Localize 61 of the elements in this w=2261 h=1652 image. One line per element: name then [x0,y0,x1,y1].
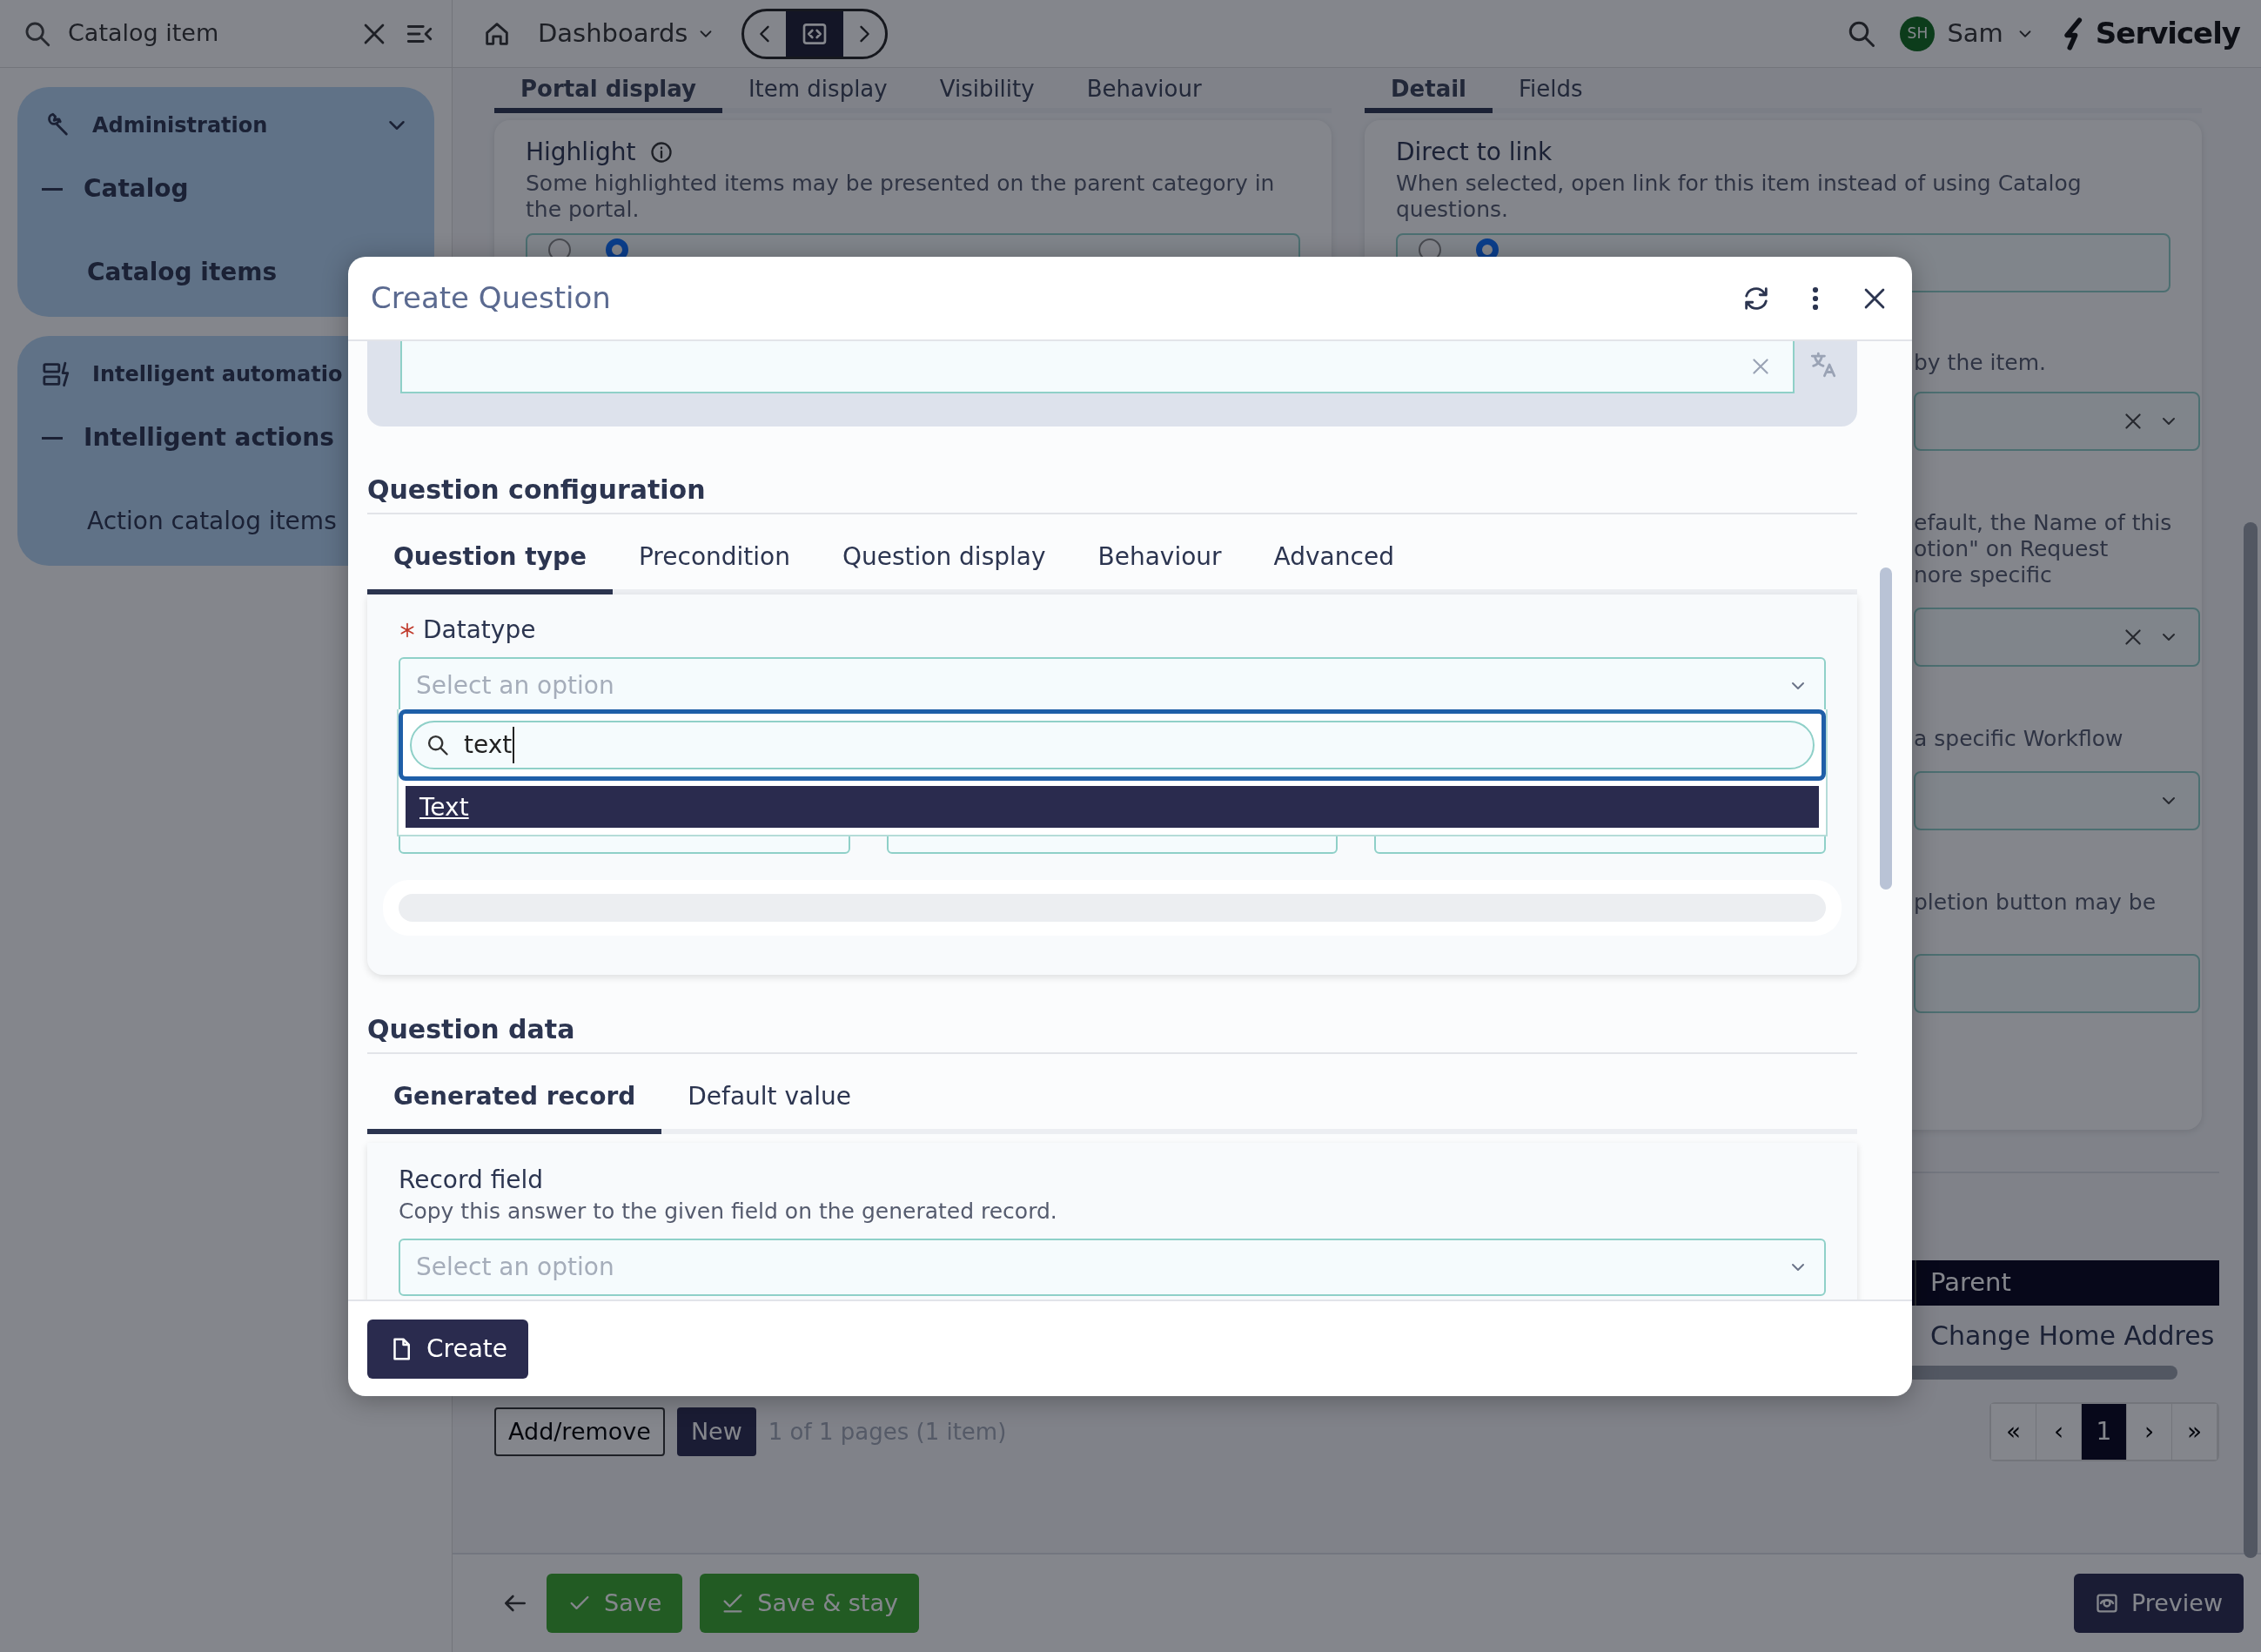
search-field[interactable]: text [410,721,1815,769]
search-field[interactable]: Catalog item [68,16,344,51]
input-field[interactable] [1914,954,2200,1013]
tab[interactable]: Fields [1493,75,1609,113]
search-icon [426,733,450,757]
tab[interactable]: Detail [1365,75,1493,113]
automation-icon [42,359,71,389]
tab[interactable]: Precondition [612,539,816,594]
select-field[interactable] [1914,771,2200,830]
dash-icon [42,436,63,440]
tab[interactable]: Behaviour [1060,75,1228,113]
group-title[interactable]: Intelligent automatio [92,359,343,390]
add-remove-button[interactable]: Add/remove [494,1407,665,1457]
menu-item[interactable]: Catalog [84,171,189,207]
group-title[interactable]: Administration [92,110,268,141]
scrollbar-thumb[interactable] [1880,567,1892,890]
user-menu[interactable]: SH Sam [1900,14,2035,53]
pagination-button[interactable]: » [2172,1404,2217,1460]
required-icon [399,621,416,639]
user-avatar: SH [1900,16,1936,51]
dashboards-menu[interactable]: Dashboards [538,14,716,53]
dialog-title: Create Question [371,279,612,317]
code-view-button[interactable] [786,10,844,57]
tab[interactable]: Behaviour [1071,539,1248,594]
section-heading: Question configuration [367,470,1857,514]
tab[interactable]: Default value [661,1078,877,1134]
new-button[interactable]: New [676,1407,756,1457]
select-field[interactable] [1914,392,2200,451]
vertical-scrollbar[interactable] [2244,522,2258,1558]
pagination-button[interactable]: ‹ [2036,1404,2082,1460]
brand-name: Servicely [2095,15,2240,52]
help-text: efault, the Name of this otion" on Request nore specific [1914,510,2173,588]
section-heading: Question data [367,1010,1857,1054]
help-text: Copy this answer to the given field on the generated record. [399,1199,1058,1225]
dropdown-option[interactable]: Text [406,786,1819,828]
help-text: pletion button may be [1914,890,2157,916]
help-text: a specific Workflow [1914,726,2124,752]
tab[interactable]: Generated record [367,1078,662,1134]
field-label: Highlight [526,137,636,168]
tab[interactable]: Visibility [913,75,1061,113]
input-field[interactable] [400,341,1795,393]
menu-item[interactable]: Intelligent actions [84,420,334,456]
dash-icon [42,187,63,191]
help-text: by the item. [1914,350,2047,376]
field-label: Direct to link [1396,137,1553,168]
pagination-button[interactable]: « [1991,1404,2036,1460]
help-text: Some highlighted items may be presented on the parent category in the portal. [526,171,1276,223]
pagination-button[interactable]: › [2127,1404,2172,1460]
create-button[interactable]: Create [367,1319,529,1379]
field-label: Record field [399,1165,545,1196]
select-field[interactable] [1914,608,2200,667]
tab[interactable]: Advanced [1247,539,1420,594]
tab[interactable]: Portal display [494,75,722,113]
preview-button[interactable]: Preview [2073,1574,2244,1633]
tab[interactable]: Question display [815,539,1072,594]
column-header[interactable]: Parent [1915,1260,2219,1306]
field-label: Datatype [423,614,536,646]
tab[interactable]: Item display [721,75,914,113]
info-icon[interactable] [649,140,674,165]
help-text: When selected, open link for this item instead of using Catalog questions. [1396,171,2083,223]
pagination-button[interactable]: 1 [2082,1404,2127,1460]
